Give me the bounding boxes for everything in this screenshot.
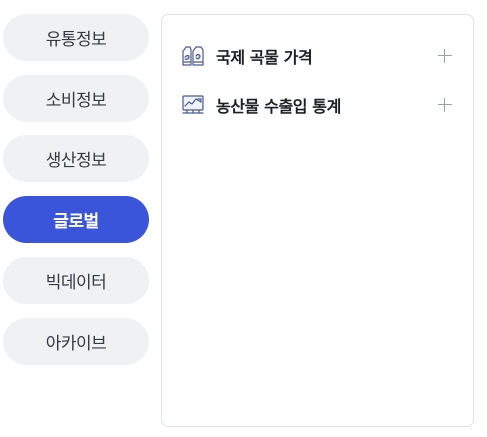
trend-chart-icon [181,93,205,117]
submenu-item-trade-stats[interactable]: 농산물 수출입 통계 [181,91,453,119]
submenu-item-label: 농산물 수출입 통계 [216,97,341,116]
plus-icon[interactable] [437,97,453,113]
global-menu-screen: 유통정보 소비정보 생산정보 글로벌 빅데이터 아카이브 국제 곡물 가격 농산… [0,0,487,437]
submenu-item-label: 국제 곡물 가격 [216,48,313,67]
menu-item-bigdata[interactable]: 빅데이터 [3,257,149,304]
submenu-panel: 국제 곡물 가격 농산물 수출입 통계 [161,14,474,427]
menu-item-consumption[interactable]: 소비정보 [3,75,149,122]
submenu-item-grain-prices[interactable]: 국제 곡물 가격 [181,42,453,70]
menu-item-archive[interactable]: 아카이브 [3,318,149,365]
plus-icon[interactable] [437,48,453,64]
menu-item-global[interactable]: 글로벌 [3,196,149,243]
menu-item-distribution[interactable]: 유통정보 [3,14,149,61]
grain-bag-icon [181,44,205,68]
menu-item-production[interactable]: 생산정보 [3,135,149,182]
